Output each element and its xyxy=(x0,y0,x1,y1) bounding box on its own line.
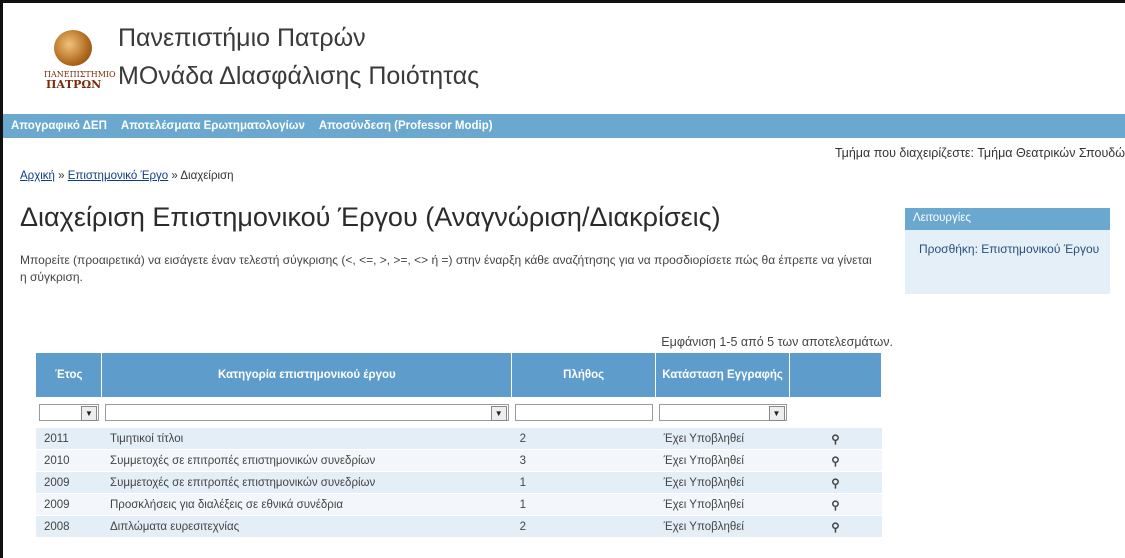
cell-year: 2008 xyxy=(36,515,102,538)
university-logo[interactable]: ΠΑΝΕΠΙΣΤΗΜΙΟ ΠΑΤΡΩΝ xyxy=(44,30,116,92)
cell-category: Τιμητικοί τίτλοι xyxy=(101,427,512,450)
cell-count: 2 xyxy=(511,515,656,538)
cell-year: 2011 xyxy=(36,427,102,450)
magnifier-icon[interactable]: ⚲ xyxy=(789,493,882,516)
filter-row: ▼ ▼ ▼ xyxy=(36,397,882,428)
operations-title: Λειτουργίες xyxy=(905,208,1110,230)
search-hint: Μπορείτε (προαιρετικά) να εισάγετε έναν … xyxy=(20,253,872,284)
column-header-year[interactable]: Έτος xyxy=(36,353,103,397)
magnifier-icon[interactable]: ⚲ xyxy=(789,427,882,450)
breadcrumb-current: Διαχείριση xyxy=(180,170,234,182)
breadcrumb: Αρχική » Επιστημονικό Έργο » Διαχείριση xyxy=(20,170,234,182)
main-nav: Απογραφικό ΔΕΠ Αποτελέσματα Ερωτηματολογ… xyxy=(3,114,1125,138)
chevron-down-icon: ▼ xyxy=(490,405,507,421)
cell-category: Συμμετοχές σε επιτροπές επιστημονικών συ… xyxy=(101,449,512,472)
page-title: Διαχείριση Επιστημονικού Έργου (Αναγνώρι… xyxy=(20,202,721,232)
cell-count: 2 xyxy=(511,427,656,450)
chevron-down-icon: ▼ xyxy=(768,405,785,421)
chevron-down-icon: ▼ xyxy=(80,405,97,421)
cell-year: 2009 xyxy=(36,493,102,516)
nav-item-staff-registry[interactable]: Απογραφικό ΔΕΠ xyxy=(11,120,107,132)
breadcrumb-section[interactable]: Επιστημονικό Έργο xyxy=(68,170,168,182)
table-row: 2011 Τιμητικοί τίτλοι 2 Έχει Υποβληθεί ⚲ xyxy=(36,427,882,450)
cell-status: Έχει Υποβληθεί xyxy=(655,493,790,516)
add-scientific-work-link[interactable]: Προσθήκη: Επιστημονικού Έργου xyxy=(905,230,1110,257)
table-row: 2008 Διπλώματα ευρεσιτεχνίας 2 Έχει Υποβ… xyxy=(36,515,882,538)
results-table: Έτος Κατηγορία επιστημονικού έργου Πλήθο… xyxy=(36,353,882,538)
cell-year: 2010 xyxy=(36,449,102,472)
category-filter-select[interactable]: ▼ xyxy=(104,403,509,421)
seal-icon xyxy=(54,30,92,66)
breadcrumb-separator: » xyxy=(168,170,181,182)
column-header-category[interactable]: Κατηγορία επιστημονικού έργου xyxy=(101,353,513,397)
magnifier-icon[interactable]: ⚲ xyxy=(789,471,882,494)
status-filter-select[interactable]: ▼ xyxy=(658,403,787,421)
cell-status: Έχει Υποβληθεί xyxy=(655,449,790,472)
operations-panel: Λειτουργίες Προσθήκη: Επιστημονικού Έργο… xyxy=(905,208,1110,294)
nav-item-questionnaire-results[interactable]: Αποτελέσματα Ερωτηματολογίων xyxy=(121,120,305,132)
cell-count: 1 xyxy=(511,493,656,516)
cell-count: 3 xyxy=(511,449,656,472)
cell-category: Προσκλήσεις για διαλέξεις σε εθνικά συνέ… xyxy=(101,493,512,516)
logo-text-large: ΠΑΤΡΩΝ xyxy=(46,78,102,91)
table-row: 2009 Συμμετοχές σε επιτροπές επιστημονικ… xyxy=(36,471,882,494)
site-title-unit: ΜΟνάδα Δlασφάλισης Ποιότητας xyxy=(118,62,480,90)
year-filter-select[interactable]: ▼ xyxy=(39,403,99,421)
table-row: 2009 Προσκλήσεις για διαλέξεις σε εθνικά… xyxy=(36,493,882,516)
column-header-status[interactable]: Κατάσταση Εγγραφής xyxy=(655,353,791,397)
cell-status: Έχει Υποβληθεί xyxy=(655,471,790,494)
column-header-actions xyxy=(789,353,882,397)
breadcrumb-home[interactable]: Αρχική xyxy=(20,170,55,182)
breadcrumb-separator: » xyxy=(54,170,68,182)
results-summary: Εμφάνιση 1-5 από 5 των αποτελεσμάτων. xyxy=(661,335,893,349)
cell-status: Έχει Υποβληθεί xyxy=(655,427,790,450)
site-title-university: Πανεπιστήμιο Πατρών xyxy=(118,24,366,52)
managed-department: Τμήμα που διαχειρίζεστε: Τμήμα Θεατρικών… xyxy=(834,146,1125,160)
cell-status: Έχει Υποβληθεί xyxy=(655,515,790,538)
cell-year: 2009 xyxy=(36,471,102,494)
nav-item-logout[interactable]: Αποσύνδεση (Professor Modip) xyxy=(319,120,493,132)
cell-category: Διπλώματα ευρεσιτεχνίας xyxy=(101,515,512,538)
magnifier-icon[interactable]: ⚲ xyxy=(789,449,882,472)
cell-category: Συμμετοχές σε επιτροπές επιστημονικών συ… xyxy=(101,471,512,494)
column-header-count[interactable]: Πλήθος xyxy=(511,353,657,397)
cell-count: 1 xyxy=(511,471,656,494)
magnifier-icon[interactable]: ⚲ xyxy=(789,515,882,538)
table-row: 2010 Συμμετοχές σε επιτροπές επιστημονικ… xyxy=(36,449,882,472)
count-filter-input[interactable] xyxy=(514,403,653,421)
